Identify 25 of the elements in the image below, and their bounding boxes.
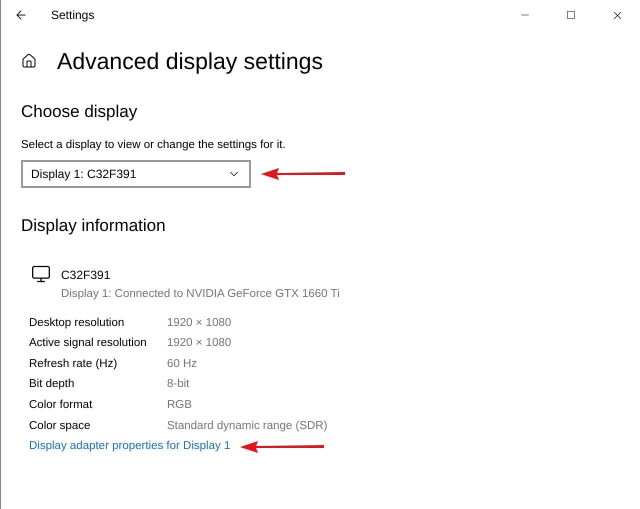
info-label: Refresh rate (Hz)	[29, 356, 118, 372]
window-title: Settings	[51, 7, 94, 24]
info-value: Standard dynamic range (SDR)	[167, 418, 328, 434]
back-icon	[14, 8, 28, 22]
info-label: Color format	[29, 398, 94, 414]
display-dropdown[interactable]: Display 1: C32F391	[21, 160, 251, 188]
info-value: 1920 × 1080	[167, 316, 232, 331]
monitor-name: C32F391	[61, 266, 112, 284]
info-value: RGB	[167, 398, 192, 414]
adapter-properties-link[interactable]: Display adapter properties for Display 1	[29, 438, 230, 456]
info-label: Active signal resolution	[29, 336, 148, 352]
monitor-icon	[31, 264, 51, 284]
info-label: Bit depth	[29, 377, 76, 392]
info-value: 60 Hz	[167, 356, 198, 372]
dropdown-label: Select a display to view or change the settings for it.	[21, 138, 287, 153]
info-label: Desktop resolution	[29, 316, 126, 331]
monitor-description: Display 1: Connected to NVIDIA GeForce GTX 1660 Ti	[61, 286, 340, 302]
info-value: 1920 × 1080	[167, 336, 232, 352]
page-title: Advanced display settings	[57, 47, 323, 76]
info-value: 8-bit	[167, 377, 190, 392]
maximize-icon	[566, 10, 576, 20]
info-label: Color space	[29, 418, 92, 434]
home-icon[interactable]	[21, 53, 37, 70]
section-heading: Choose display	[21, 100, 138, 122]
section-heading: Display information	[21, 215, 167, 238]
